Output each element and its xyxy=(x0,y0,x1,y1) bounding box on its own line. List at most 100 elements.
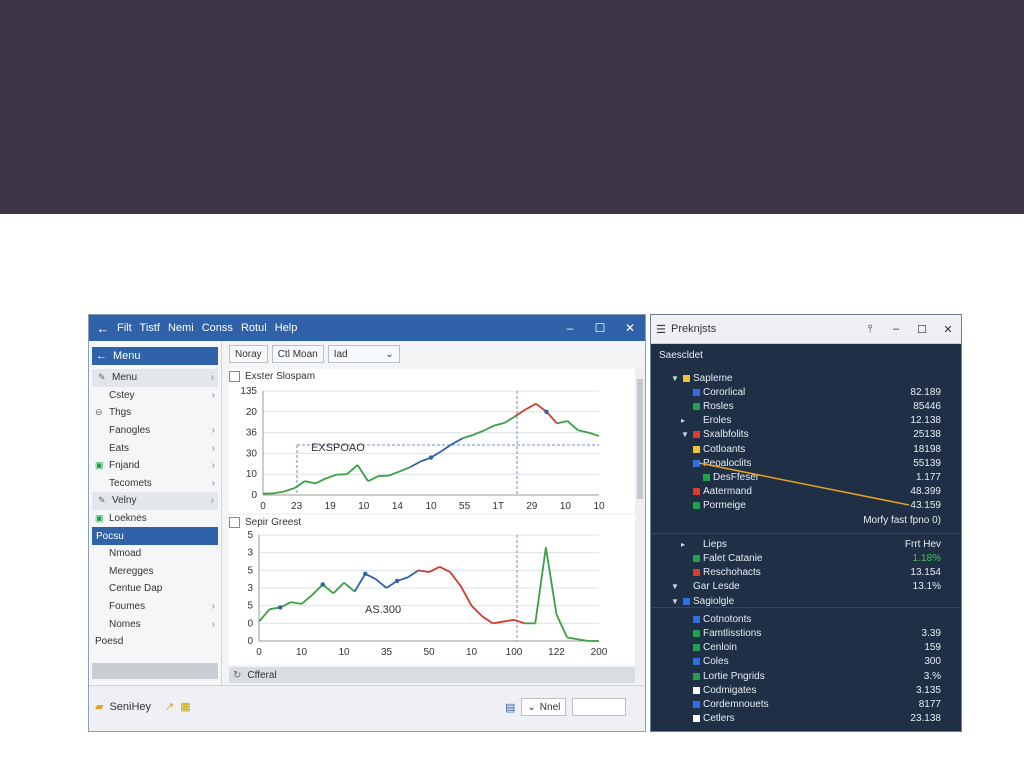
sidebar-item[interactable]: Tecomets › xyxy=(89,475,221,493)
maximize-icon[interactable]: ☐ xyxy=(909,323,935,336)
property-row[interactable]: ▸ Lieps Frrt Hev xyxy=(651,537,961,551)
property-row[interactable]: Cororlical 82.189 xyxy=(651,385,961,399)
menu-tools[interactable]: Tistf xyxy=(140,322,160,334)
tab-control-mode[interactable]: Ctl Moan xyxy=(271,345,324,363)
color-swatch xyxy=(693,459,700,467)
property-row[interactable]: Cenloin 159 xyxy=(651,641,961,655)
chevron-right-icon: › xyxy=(211,618,215,630)
sidebar-item[interactable]: Pocsu xyxy=(92,527,218,545)
expand-down-icon[interactable]: ▼ xyxy=(681,430,689,439)
folder-icon[interactable]: ▰ xyxy=(95,700,103,713)
maximize-icon[interactable]: ☐ xyxy=(585,321,615,335)
property-row[interactable]: ▼ Sagiolgle xyxy=(651,594,961,608)
property-row[interactable]: ▸ Eroles 12.138 xyxy=(651,414,961,428)
property-row[interactable]: ▼ Sapleme xyxy=(651,371,961,385)
scrollbar-thumb[interactable] xyxy=(637,379,643,499)
sidebar-item-label: Eats xyxy=(109,442,130,454)
note-icon[interactable]: ▦ xyxy=(180,700,190,713)
expand-down-icon[interactable]: ▼ xyxy=(671,374,679,383)
chart-1-checkbox[interactable] xyxy=(229,370,240,382)
tab-normal[interactable]: Noray xyxy=(229,345,268,363)
property-value: 85446 xyxy=(913,400,941,412)
sidebar-item[interactable]: Poesd xyxy=(89,633,221,651)
property-row[interactable]: Cotloants 18198 xyxy=(651,442,961,456)
property-value: 3.39 xyxy=(921,627,941,639)
document-icon[interactable]: ▤ xyxy=(505,701,515,714)
property-row[interactable]: ▼ Gar Lesde 13.1% xyxy=(651,580,961,594)
menu-result[interactable]: Rotul xyxy=(241,322,267,334)
menu-name[interactable]: Nemi xyxy=(168,322,194,334)
sidebar-item[interactable]: Foumes › xyxy=(89,598,221,616)
property-row[interactable]: Coles 300 xyxy=(651,655,961,669)
hamburger-icon[interactable]: ☰ xyxy=(651,323,671,336)
sidebar-item[interactable]: Nmoad xyxy=(89,545,221,563)
level-select[interactable]: ⌄ Nnel xyxy=(521,698,567,716)
pin-icon[interactable]: ↗ xyxy=(165,700,174,713)
minimize-icon[interactable]: – xyxy=(883,323,909,336)
minimize-icon[interactable]: – xyxy=(555,321,585,335)
menu-console[interactable]: Conss xyxy=(202,322,233,334)
property-label: Eroles xyxy=(703,415,732,427)
sidebar-header[interactable]: ← Menu xyxy=(92,347,218,365)
back-arrow-icon: ← xyxy=(96,350,107,362)
property-row[interactable]: ▼ Sxalbfolits 25138 xyxy=(651,428,961,442)
back-arrow-icon[interactable]: ← xyxy=(89,321,117,336)
sidebar-item[interactable]: Eats › xyxy=(89,439,221,457)
sidebar-item-label: Nomes xyxy=(109,618,141,630)
save-button[interactable]: SeniHey xyxy=(109,701,151,713)
vertical-scrollbar[interactable] xyxy=(635,367,645,683)
property-value: 159 xyxy=(924,642,941,654)
y-tick-label: 20 xyxy=(246,407,258,418)
property-row[interactable]: Cordemnouets 8177 xyxy=(651,697,961,711)
property-row[interactable]: Cetlers 23.138 xyxy=(651,712,961,726)
chevron-right-icon: › xyxy=(210,372,214,384)
property-label: Lortie Pngrids xyxy=(703,670,765,682)
chart-2-title: Sepir Greest xyxy=(245,516,302,528)
expand-down-icon[interactable]: ▼ xyxy=(671,597,679,606)
menu-file[interactable]: Filt xyxy=(117,322,132,334)
property-value: 82.189 xyxy=(910,386,941,398)
expand-right-icon[interactable]: ▸ xyxy=(681,540,685,549)
menu-help[interactable]: Help xyxy=(275,322,298,334)
sidebar-item[interactable]: Meregges xyxy=(89,563,221,581)
property-row[interactable]: Pormeige 43.159 xyxy=(651,499,961,513)
sidebar-item-label: Cstey xyxy=(109,389,135,401)
sidebar-item[interactable]: Cstey › xyxy=(89,387,221,405)
pin-icon[interactable]: ⫯ xyxy=(857,323,883,336)
sidebar-item[interactable]: ▣ Loeknes xyxy=(89,510,221,528)
property-row[interactable]: Famtlisstions 3.39 xyxy=(651,626,961,640)
sidebar-item[interactable]: Fanogles › xyxy=(89,422,221,440)
sidebar-item-label: Centue Dap xyxy=(109,583,163,595)
property-row[interactable]: Aatermand 48.399 xyxy=(651,485,961,499)
series-segment xyxy=(451,437,463,445)
property-row[interactable]: Reschohacts 13.154 xyxy=(651,566,961,580)
expand-right-icon[interactable]: ▸ xyxy=(681,416,685,425)
sidebar-item[interactable]: Nomes › xyxy=(89,615,221,633)
color-swatch xyxy=(703,473,710,481)
chart-panel-1: Exster Slospam 135 20 36 30 10 0 0 23 19 10 14 10 55… xyxy=(229,369,637,513)
close-icon[interactable]: ✕ xyxy=(615,321,645,335)
sidebar-item[interactable]: ▣ Fnjand › xyxy=(89,457,221,475)
refresh-icon[interactable]: ↻ xyxy=(233,670,241,681)
x-tick-label: 10 xyxy=(560,501,572,511)
property-row[interactable]: DesFfeser 1.177 xyxy=(651,470,961,484)
chart-2-checkbox[interactable] xyxy=(229,516,240,528)
close-icon[interactable]: ✕ xyxy=(935,323,961,336)
property-row[interactable]: Cotnotonts xyxy=(651,612,961,626)
sidebar-item[interactable]: ✎ Velny › xyxy=(92,492,218,510)
sidebar-item[interactable]: ✎ Menu › xyxy=(92,369,218,387)
property-row[interactable]: Rosles 85446 xyxy=(651,399,961,413)
x-tick-label: 55 xyxy=(459,501,471,511)
view-dropdown[interactable]: Iad ⌄ xyxy=(327,345,400,363)
property-row[interactable]: Lortie Pngrids 3.% xyxy=(651,669,961,683)
blank-select[interactable] xyxy=(572,698,627,716)
sidebar-item[interactable]: Centue Dap xyxy=(89,580,221,598)
property-label: Peoaloclits xyxy=(703,457,752,469)
property-row[interactable]: Codmigates 3.135 xyxy=(651,683,961,697)
series-segment xyxy=(388,470,400,477)
expand-down-icon[interactable]: ▼ xyxy=(671,582,679,591)
property-row[interactable]: Morfy fast fpno 0) xyxy=(651,513,961,527)
sidebar-item[interactable]: ⊖ Thgs xyxy=(89,404,221,422)
property-row[interactable]: Falet Catanie 1.18% xyxy=(651,551,961,565)
property-row[interactable]: Peoaloclits 55139 xyxy=(651,456,961,470)
